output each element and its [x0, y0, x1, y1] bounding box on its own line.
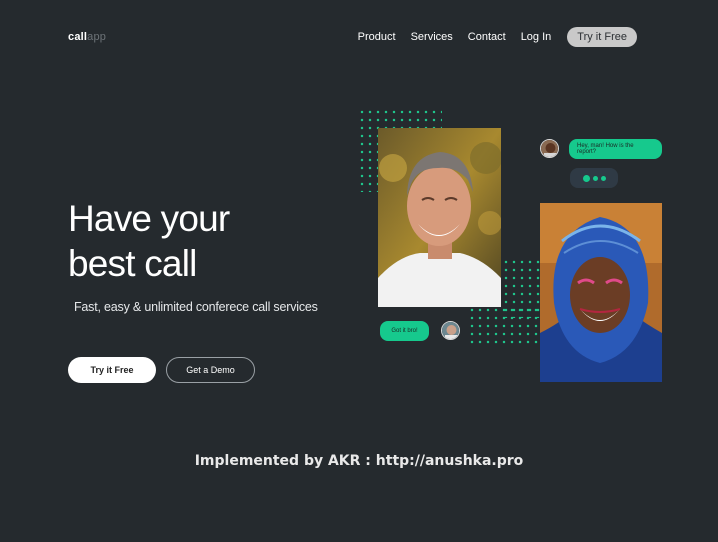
dot-pattern-bottom	[468, 306, 542, 344]
caller-photo-man	[378, 128, 501, 307]
hero-title-line1: Have your	[68, 198, 230, 239]
nav-product[interactable]: Product	[358, 31, 396, 43]
try-free-button[interactable]: Try it Free	[68, 357, 156, 383]
nav-try-free-button[interactable]: Try it Free	[567, 27, 637, 47]
hero-subtitle: Fast, easy & unlimited conferece call se…	[74, 300, 318, 314]
incoming-message-bubble: Hey, man! How is the report?	[569, 139, 662, 159]
main-nav: Product Services Contact Log In Try it F…	[343, 27, 637, 47]
outgoing-message-bubble: Got it bro!	[380, 321, 429, 341]
caller-photo-woman	[540, 203, 662, 382]
avatar-man	[441, 321, 460, 340]
avatar-woman	[540, 139, 559, 158]
hero-title-line2: best call	[68, 243, 197, 284]
logo[interactable]: callapp	[68, 31, 106, 43]
get-demo-button[interactable]: Get a Demo	[166, 357, 255, 383]
nav-services[interactable]: Services	[411, 31, 453, 43]
logo-strong: call	[68, 31, 88, 43]
typing-dot	[582, 174, 590, 182]
logo-light: app	[87, 31, 107, 43]
typing-dot	[600, 175, 606, 181]
typing-indicator	[570, 168, 618, 188]
hero-title: Have your best call	[68, 196, 230, 286]
nav-login[interactable]: Log In	[521, 31, 552, 43]
footer-credit: Implemented by AKR : http://anushka.pro	[194, 453, 524, 469]
nav-contact[interactable]: Contact	[468, 31, 506, 43]
typing-dot	[592, 175, 598, 181]
